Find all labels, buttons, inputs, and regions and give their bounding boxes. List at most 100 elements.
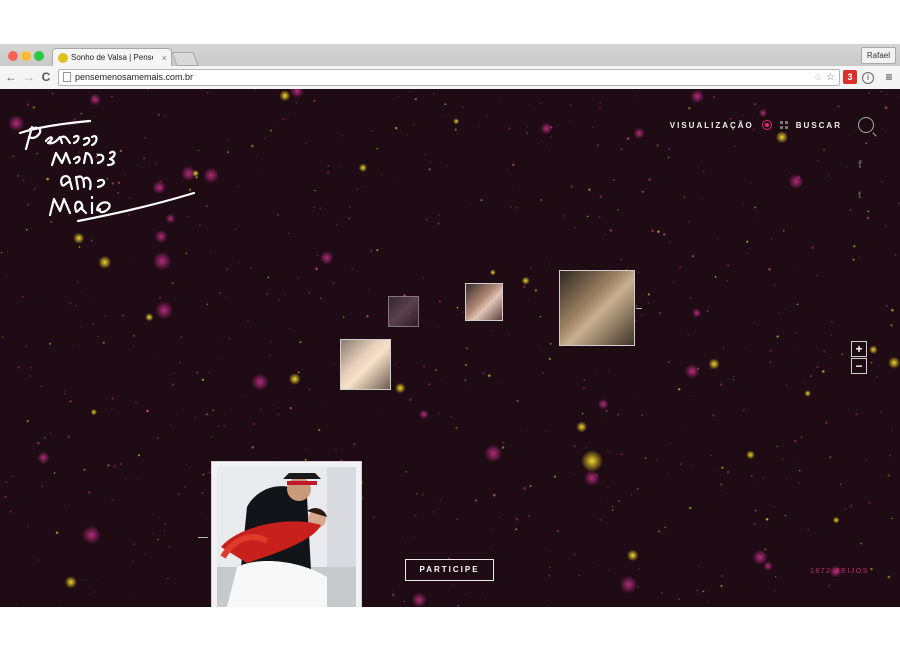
star-particle [605,409,608,412]
zoom-in-button[interactable]: + [851,341,867,357]
bookmark-star-icon[interactable]: ☆ [826,70,835,85]
view-mode-galaxy-icon[interactable] [761,120,772,130]
star-particle [198,224,201,227]
star-particle [222,338,224,340]
glow-particle [584,470,600,486]
glow-particle [832,516,840,524]
star-particle [457,600,459,602]
star-particle [475,499,478,502]
search-icon[interactable] [858,117,874,133]
star-particle [866,216,870,220]
glow-particle [98,255,112,269]
star-particle [404,601,406,603]
star-particle [668,361,670,363]
buscar-link[interactable]: BUSCAR [796,121,842,130]
new-tab-button[interactable] [171,52,199,66]
glow-particle [489,269,496,276]
site-viewport[interactable]: VISUALIZAÇÃO BUSCAR f t + − PARTICIPE 18… [0,89,900,607]
extension-badge-icon[interactable]: 3 [843,70,857,84]
kiss-photo-thumbnail[interactable] [388,296,419,327]
kiss-photo-thumbnail[interactable] [340,339,391,390]
star-particle [133,543,135,545]
maximize-window-button[interactable] [34,51,44,61]
star-particle [796,303,799,306]
star-particle [319,297,322,300]
star-particle [297,276,300,279]
participe-button[interactable]: PARTICIPE [405,559,494,581]
tab-close-icon[interactable]: × [162,49,167,67]
star-particle [95,579,97,581]
star-particle [754,523,756,525]
info-icon[interactable]: i [862,72,874,84]
star-particle [706,310,709,313]
star-particle [318,428,321,431]
featured-kiss-photo[interactable] [211,461,362,607]
star-particle [687,220,690,223]
star-particle [9,510,12,513]
close-window-button[interactable] [8,51,18,61]
back-button[interactable]: ← [4,70,18,84]
kiss-photo-thumbnail[interactable] [465,283,503,321]
star-particle [91,322,94,325]
star-particle [110,95,114,99]
star-particle [206,205,208,207]
star-particle [853,245,856,248]
star-particle [238,261,241,263]
menu-icon[interactable]: ≡ [882,70,896,84]
kiss-photo-thumbnail[interactable] [559,270,635,346]
star-particle [470,592,472,594]
star-particle [637,586,639,589]
address-bar[interactable]: pensemenosamemais.com.br ◌ ☆ [58,69,840,86]
star-particle [416,493,418,495]
star-particle [339,165,342,167]
star-particle [656,144,659,147]
star-particle [732,379,735,381]
facebook-icon[interactable]: f [858,159,862,171]
zoom-out-button[interactable]: − [851,358,867,374]
glow-particle [453,118,460,125]
star-particle [698,564,700,566]
star-particle [727,264,729,267]
star-particle [599,216,601,218]
url-text[interactable]: pensemenosamemais.com.br [75,70,193,85]
star-particle [691,255,694,258]
star-particle [641,190,645,193]
star-particle [549,150,551,152]
user-profile-button[interactable]: Rafael [860,47,896,64]
forward-button[interactable]: → [22,70,36,84]
star-particle [562,214,566,217]
star-particle [800,436,803,438]
star-particle [277,213,279,216]
star-particle [429,161,431,164]
twitter-icon[interactable]: t [858,190,861,201]
browser-tab[interactable]: Sonho de Valsa | Pense Me × [52,48,172,67]
star-particle [159,400,161,402]
star-particle [702,590,705,593]
star-particle [135,401,138,404]
star-particle [526,132,529,135]
star-particle [715,469,717,471]
star-particle [875,376,878,378]
glow-particle [154,301,174,320]
star-particle [64,389,66,391]
logo[interactable] [18,119,198,224]
reload-button[interactable]: C [39,70,53,84]
star-particle [104,315,106,317]
view-mode-grid-icon[interactable] [779,121,788,129]
star-particle [316,254,318,256]
star-particle [637,271,640,274]
minimize-window-button[interactable] [21,51,31,61]
star-particle [236,184,239,187]
glow-particle [145,313,154,322]
star-particle [250,267,252,269]
star-particle [690,395,692,397]
star-particle [765,518,769,521]
translate-icon[interactable]: ◌ [815,70,821,85]
star-particle [570,185,573,188]
visualizacao-link[interactable]: VISUALIZAÇÃO [670,121,754,130]
star-particle [428,168,431,171]
star-particle [701,198,703,199]
star-particle [756,483,758,485]
star-particle [29,375,31,377]
star-particle [414,514,417,517]
